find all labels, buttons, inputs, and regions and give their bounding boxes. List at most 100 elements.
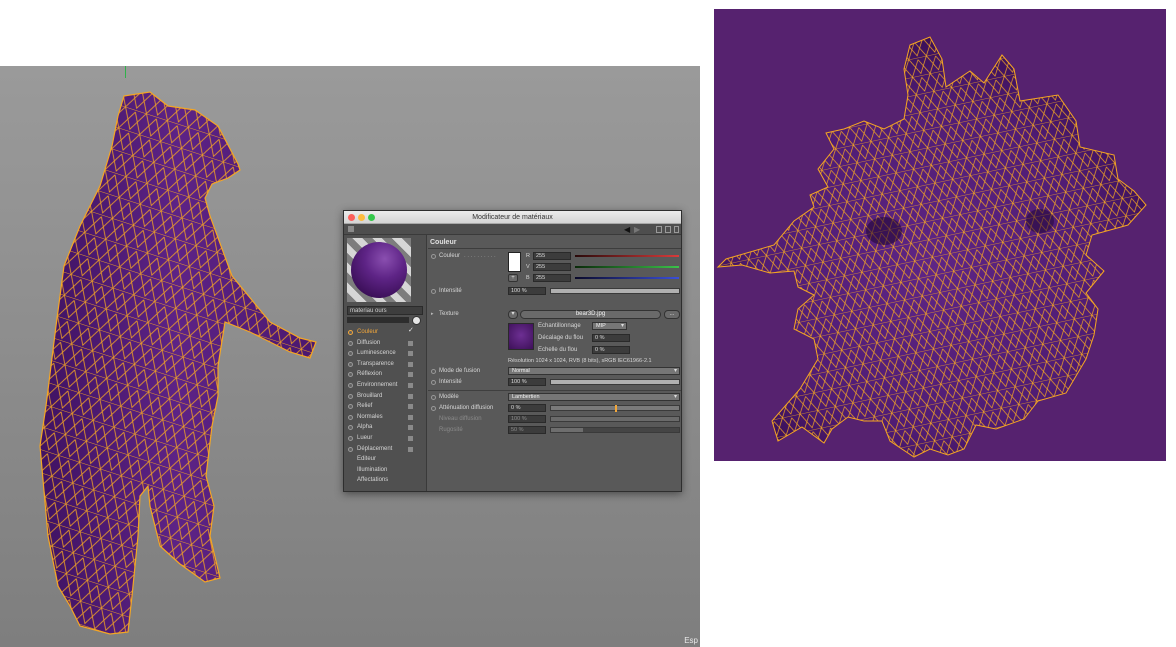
texture-file-button[interactable]: bear3D.jpg: [520, 310, 661, 319]
diffuse-level-label: Niveau diffusion: [439, 416, 482, 422]
item-illumination[interactable]: Illumination: [344, 465, 427, 476]
checkbox[interactable]: [408, 382, 413, 388]
r-value-field[interactable]: 255: [533, 252, 571, 260]
channel-diffusion[interactable]: Diffusion: [344, 338, 427, 349]
divider: [428, 248, 681, 249]
animate-dot-icon[interactable]: [431, 406, 436, 411]
animate-dot-icon[interactable]: [431, 380, 436, 385]
material-name-bar: [347, 317, 409, 323]
channel-normales[interactable]: Normales: [344, 412, 427, 423]
channel-label: Relief: [357, 403, 373, 410]
back-arrow-icon[interactable]: ◀: [624, 225, 630, 234]
texture-browse-button[interactable]: ...: [664, 310, 680, 319]
intensity-fill: [551, 289, 679, 293]
material-preview[interactable]: [347, 238, 411, 302]
item-affectations[interactable]: Affectations: [344, 475, 427, 486]
toolbar: ◀ ▶: [344, 224, 681, 235]
blend-intensity-field[interactable]: 100 %: [508, 378, 546, 386]
checkbox[interactable]: [408, 425, 413, 431]
section-title: Couleur: [430, 239, 457, 246]
color-swatch[interactable]: [508, 252, 521, 272]
intensity-label: Intensité: [439, 288, 462, 294]
r-slider[interactable]: [575, 255, 679, 257]
item-label: Affectations: [357, 477, 389, 484]
forward-arrow-icon[interactable]: ▶: [634, 225, 640, 234]
blend-intensity-slider[interactable]: [550, 379, 680, 385]
model-dropdown[interactable]: Lambertien: [508, 393, 680, 401]
material-name-field[interactable]: materiau ours: [347, 306, 423, 315]
blend-mode-dropdown[interactable]: Normal: [508, 367, 680, 375]
channel-label: Luminescence: [357, 350, 396, 357]
preview-sphere: [351, 242, 407, 298]
check-icon[interactable]: ✓: [408, 326, 414, 334]
item-editeur[interactable]: Editeur: [344, 454, 427, 465]
channel-lueur[interactable]: Lueur: [344, 433, 427, 444]
uv-layout-panel[interactable]: [714, 9, 1166, 461]
channel-label: Transparence: [357, 360, 394, 367]
divider: [428, 390, 681, 391]
b-value-field[interactable]: 255: [533, 274, 571, 282]
animate-dot-icon[interactable]: [431, 254, 436, 259]
checkbox[interactable]: [408, 372, 413, 378]
channel-sidebar: materiau ours Couleur ✓ Diffusion Lumines…: [344, 235, 427, 491]
checkbox[interactable]: [408, 351, 413, 357]
channel-couleur[interactable]: Couleur ✓: [344, 327, 427, 338]
checkbox[interactable]: [408, 340, 413, 346]
material-editor-window[interactable]: Modificateur de matériaux ◀ ▶ materiau o…: [343, 210, 682, 492]
texture-label: Texture: [439, 311, 459, 317]
intensity-field[interactable]: 100 %: [508, 287, 546, 295]
diffuse-falloff-slider[interactable]: [550, 405, 680, 412]
checkbox[interactable]: [408, 404, 413, 410]
label-dots: . . . . . . . . . .: [464, 253, 496, 259]
channel-label: Normales: [357, 413, 383, 420]
menu-icon[interactable]: [348, 226, 354, 232]
channel-label: Diffusion: [357, 339, 381, 346]
animate-dot-icon[interactable]: [431, 289, 436, 294]
channel-reflexion[interactable]: Réflexion: [344, 369, 427, 380]
expand-arrow-icon[interactable]: ▸: [431, 311, 434, 317]
channel-environnement[interactable]: Environnement: [344, 380, 427, 391]
blur-scale-field[interactable]: 0 %: [592, 346, 630, 354]
checkbox[interactable]: [408, 414, 413, 420]
title-bar[interactable]: Modificateur de matériaux: [344, 211, 681, 224]
b-slider[interactable]: [575, 277, 679, 279]
channel-relief[interactable]: Relief: [344, 401, 427, 412]
color-picker-button[interactable]: +: [508, 274, 518, 282]
animate-dot-icon[interactable]: [431, 395, 436, 400]
sampling-dropdown[interactable]: MIP: [592, 322, 627, 330]
texture-thumbnail: [508, 323, 534, 350]
channel-deplacement[interactable]: Déplacement: [344, 444, 427, 455]
intensity-slider[interactable]: [550, 288, 680, 294]
checkbox[interactable]: [408, 435, 413, 441]
g-slider[interactable]: [575, 266, 679, 268]
material-dropper-button[interactable]: [412, 316, 421, 325]
diffuse-falloff-field[interactable]: 0 %: [508, 404, 546, 412]
checkbox[interactable]: [408, 361, 413, 367]
new-window-icon[interactable]: [665, 226, 671, 233]
r-label: R: [526, 253, 530, 259]
channel-label: Couleur: [357, 329, 379, 335]
g-value-field[interactable]: 255: [533, 263, 571, 271]
blur-offset-field[interactable]: 0 %: [592, 334, 630, 342]
channel-brouillard[interactable]: Brouillard: [344, 391, 427, 402]
blur-offset-label: Décalage du flou: [538, 335, 584, 341]
texture-menu-button[interactable]: ▾: [508, 310, 518, 319]
settings-icon[interactable]: [674, 226, 679, 233]
g-label: V: [526, 264, 530, 270]
channel-alpha[interactable]: Alpha: [344, 422, 427, 433]
window-title: Modificateur de matériaux: [472, 214, 553, 221]
radio-icon: [348, 425, 353, 431]
channel-transparence[interactable]: Transparence: [344, 359, 427, 370]
radio-icon: [348, 393, 353, 399]
channel-label: Lueur: [357, 434, 373, 441]
blend-intensity-fill: [551, 380, 679, 384]
lock-icon[interactable]: [656, 226, 662, 233]
bear-wireframe: [40, 92, 316, 634]
checkbox[interactable]: [408, 446, 413, 452]
channel-luminescence[interactable]: Luminescence: [344, 348, 427, 359]
channel-label: Réflexion: [357, 371, 383, 378]
channel-properties: Couleur Couleur . . . . . . . . . . R 25…: [428, 235, 681, 491]
checkbox[interactable]: [408, 393, 413, 399]
animate-dot-icon[interactable]: [431, 369, 436, 374]
roughness-field: 50 %: [508, 426, 546, 434]
